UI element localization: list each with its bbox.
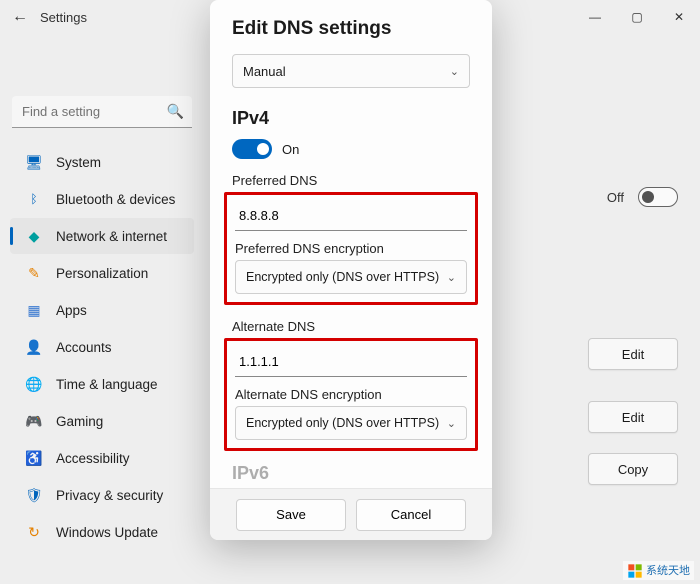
preferred-dns-label: Preferred DNS: [232, 173, 470, 188]
watermark: 系统天地: [623, 561, 694, 580]
chevron-down-icon: ⌄: [447, 417, 456, 430]
dropdown-value: Encrypted only (DNS over HTTPS): [246, 416, 439, 430]
preferred-enc-label: Preferred DNS encryption: [235, 241, 467, 256]
dropdown-value: Manual: [243, 64, 286, 79]
chevron-down-icon: ⌄: [450, 65, 459, 78]
dialog-footer: Save Cancel: [210, 488, 492, 540]
logo-icon: [627, 563, 643, 579]
save-button[interactable]: Save: [236, 499, 346, 531]
ipv4-toggle[interactable]: [232, 139, 272, 159]
preferred-dns-highlight: Preferred DNS encryption Encrypted only …: [224, 192, 478, 305]
dns-mode-dropdown[interactable]: Manual ⌄: [232, 54, 470, 88]
preferred-dns-input[interactable]: [235, 201, 467, 231]
alternate-dns-label: Alternate DNS: [232, 319, 470, 334]
ipv4-heading: IPv4: [232, 108, 470, 129]
alternate-dns-highlight: Alternate DNS encryption Encrypted only …: [224, 338, 478, 451]
alternate-enc-label: Alternate DNS encryption: [235, 387, 467, 402]
ipv6-heading: IPv6: [232, 463, 470, 484]
alternate-enc-dropdown[interactable]: Encrypted only (DNS over HTTPS) ⌄: [235, 406, 467, 440]
cancel-button[interactable]: Cancel: [356, 499, 466, 531]
chevron-down-icon: ⌄: [447, 271, 456, 284]
edit-dns-dialog: Edit DNS settings Manual ⌄ IPv4 On Prefe…: [210, 0, 492, 540]
dropdown-value: Encrypted only (DNS over HTTPS): [246, 270, 439, 284]
dialog-title: Edit DNS settings: [232, 18, 470, 40]
modal-overlay: Edit DNS settings Manual ⌄ IPv4 On Prefe…: [0, 0, 700, 584]
toggle-label: On: [282, 142, 299, 157]
preferred-enc-dropdown[interactable]: Encrypted only (DNS over HTTPS) ⌄: [235, 260, 467, 294]
alternate-dns-input[interactable]: [235, 347, 467, 377]
